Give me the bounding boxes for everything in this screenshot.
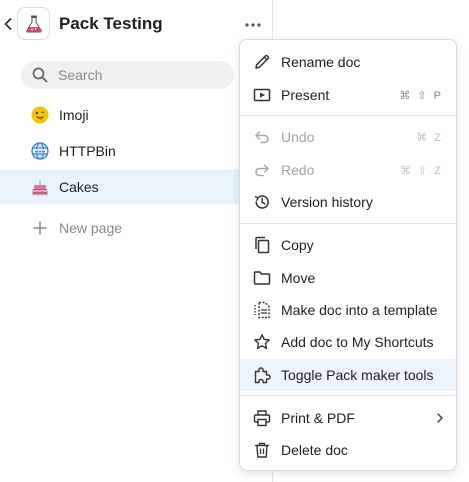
redo-icon (253, 161, 271, 179)
sidebar-item-imoji[interactable]: Imoji (0, 98, 272, 132)
sidebar-item-label: Imoji (59, 107, 89, 123)
menu-item-move[interactable]: Move (240, 262, 456, 294)
doc-title[interactable]: Pack Testing (59, 14, 163, 34)
shortcut-hint: ⌘ Z (416, 132, 443, 144)
menu-item-label: Move (281, 270, 316, 286)
emoji-face-icon (31, 106, 49, 124)
template-icon (253, 301, 271, 319)
menu-item-label: Toggle Pack maker tools (281, 367, 434, 383)
new-page-button[interactable]: New page (0, 211, 272, 245)
sidebar-item-httpbin[interactable]: www HTTPBin (0, 134, 272, 168)
menu-item-toggle-pack-maker[interactable]: Toggle Pack maker tools (240, 359, 456, 391)
cake-icon (31, 178, 49, 196)
shortcut-hint: ⌘ ⇧ Z (399, 165, 443, 177)
search-box[interactable] (21, 61, 234, 89)
chevron-left-icon[interactable] (2, 16, 14, 32)
present-icon (253, 86, 271, 104)
menu-item-label: Print & PDF (281, 410, 355, 426)
menu-item-label: Undo (281, 129, 315, 145)
menu-item-label: Add doc to My Shortcuts (281, 334, 434, 350)
menu-item-present[interactable]: Present ⌘ ⇧ P (240, 79, 456, 111)
sidebar-item-cakes[interactable]: Cakes (0, 170, 272, 204)
menu-item-print-pdf[interactable]: Print & PDF (240, 402, 456, 434)
flask-icon[interactable] (17, 7, 50, 40)
menu-item-label: Present (281, 87, 330, 103)
menu-item-undo[interactable]: Undo ⌘ Z (240, 121, 456, 153)
search-input[interactable] (58, 67, 218, 83)
menu-divider (240, 115, 456, 116)
menu-item-make-template[interactable]: Make doc into a template (240, 294, 456, 326)
menu-item-label: Rename doc (281, 54, 361, 70)
shortcut-hint: ⌘ ⇧ P (399, 90, 443, 102)
copy-icon (253, 236, 271, 254)
menu-item-add-shortcut[interactable]: Add doc to My Shortcuts (240, 326, 456, 358)
menu-item-label: Make doc into a template (281, 302, 438, 318)
new-page-label: New page (59, 220, 123, 236)
menu-divider (240, 223, 456, 224)
doc-options-menu: Rename doc Present ⌘ ⇧ P Undo ⌘ Z Redo ⌘… (239, 39, 457, 471)
search-icon (32, 67, 48, 83)
menu-item-copy[interactable]: Copy (240, 229, 456, 261)
menu-item-label: Copy (281, 237, 314, 253)
chevron-right-icon (436, 412, 444, 424)
printer-icon (253, 409, 271, 427)
menu-item-label: Redo (281, 162, 315, 178)
menu-item-delete-doc[interactable]: Delete doc (240, 434, 456, 466)
globe-www-icon: www (31, 142, 49, 160)
more-options-icon[interactable] (240, 14, 266, 36)
history-icon (253, 193, 271, 211)
menu-item-rename-doc[interactable]: Rename doc (240, 46, 456, 78)
star-icon (253, 333, 271, 351)
trash-icon (253, 441, 271, 459)
folder-icon (253, 269, 271, 287)
menu-item-label: Version history (281, 194, 373, 210)
menu-item-label: Delete doc (281, 442, 348, 458)
puzzle-icon (253, 366, 271, 384)
plus-icon (31, 219, 49, 237)
sidebar-item-label: HTTPBin (59, 143, 116, 159)
menu-item-version-history[interactable]: Version history (240, 186, 456, 218)
sidebar: Pack Testing Imoji www HTTPBin Cakes New… (0, 0, 273, 482)
menu-divider (240, 395, 456, 396)
menu-item-redo[interactable]: Redo ⌘ ⇧ Z (240, 154, 456, 186)
pencil-icon (253, 53, 271, 71)
svg-text:www: www (35, 148, 46, 153)
undo-icon (253, 128, 271, 146)
doc-header: Pack Testing (0, 0, 273, 48)
sidebar-item-label: Cakes (59, 179, 99, 195)
